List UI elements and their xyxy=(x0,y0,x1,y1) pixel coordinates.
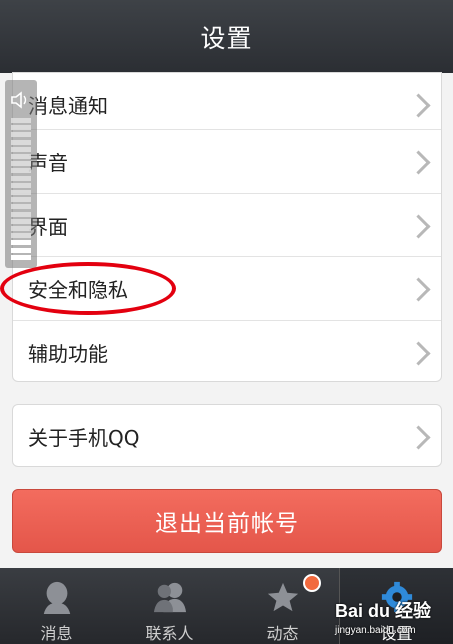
volume-level-segment xyxy=(11,132,31,138)
tab-label: 联系人 xyxy=(145,624,194,643)
volume-level-segment xyxy=(11,168,31,174)
chevron-right-icon xyxy=(406,149,431,175)
settings-list: 消息通知 声音 界面 安全和隐私 辅助功能 xyxy=(12,72,442,382)
volume-level-segment xyxy=(11,139,31,145)
volume-level-segment xyxy=(11,240,31,246)
settings-item-sound[interactable]: 声音 xyxy=(13,130,441,193)
watermark-text: Bai du 经验 xyxy=(335,601,432,621)
tab-label: 动态 xyxy=(266,624,299,643)
tab-feed[interactable]: 动态 xyxy=(226,568,339,644)
volume-level-segment xyxy=(11,254,31,260)
speaker-icon xyxy=(11,91,27,109)
tab-contacts[interactable]: 联系人 xyxy=(113,568,226,644)
volume-level-segment xyxy=(11,218,31,224)
chevron-right-icon xyxy=(406,340,431,366)
settings-item-about[interactable]: 关于手机QQ xyxy=(13,405,441,466)
highlight-circle xyxy=(0,262,176,315)
volume-level-segment xyxy=(11,161,31,167)
settings-item-label: 消息通知 xyxy=(28,94,108,118)
tab-messages[interactable]: 消息 xyxy=(0,568,113,644)
top-bar: 设置 xyxy=(0,0,453,73)
volume-level-segment xyxy=(11,118,31,123)
settings-item-accessibility[interactable]: 辅助功能 xyxy=(13,321,441,381)
star-feed-icon xyxy=(267,582,298,612)
about-group: 关于手机QQ xyxy=(12,404,442,467)
volume-level-segment xyxy=(11,204,31,210)
volume-overlay[interactable] xyxy=(5,80,37,268)
volume-level-segment xyxy=(11,226,31,231)
baidu-jingyan-watermark: Bai du 经验 jingyan.baidu.com xyxy=(335,597,453,644)
volume-level-segment xyxy=(11,247,31,253)
chevron-right-icon xyxy=(406,424,431,450)
settings-item-interface[interactable]: 界面 xyxy=(13,194,441,257)
watermark-url: jingyan.baidu.com xyxy=(335,625,416,636)
chevron-right-icon xyxy=(406,213,431,239)
settings-item-label: 辅助功能 xyxy=(28,342,108,366)
settings-item-notifications[interactable]: 消息通知 xyxy=(13,73,441,136)
volume-level-segment xyxy=(11,175,31,181)
settings-item-label: 关于手机QQ xyxy=(28,426,140,450)
contacts-icon xyxy=(153,582,186,613)
notification-badge xyxy=(303,574,321,592)
volume-level-segment xyxy=(11,197,31,203)
chevron-right-icon xyxy=(406,276,431,302)
volume-level-segment xyxy=(11,125,31,131)
volume-level-segment xyxy=(11,211,31,217)
tab-label: 消息 xyxy=(40,624,73,643)
volume-level-segment xyxy=(11,154,31,159)
volume-level-segment xyxy=(11,190,31,195)
volume-level-segment xyxy=(11,233,31,239)
volume-level-segment xyxy=(11,182,31,188)
chevron-right-icon xyxy=(406,92,431,118)
page-title: 设置 xyxy=(200,23,253,53)
chat-person-icon xyxy=(43,581,70,614)
volume-level-segment xyxy=(11,146,31,152)
logout-button[interactable]: 退出当前帐号 xyxy=(12,489,442,553)
